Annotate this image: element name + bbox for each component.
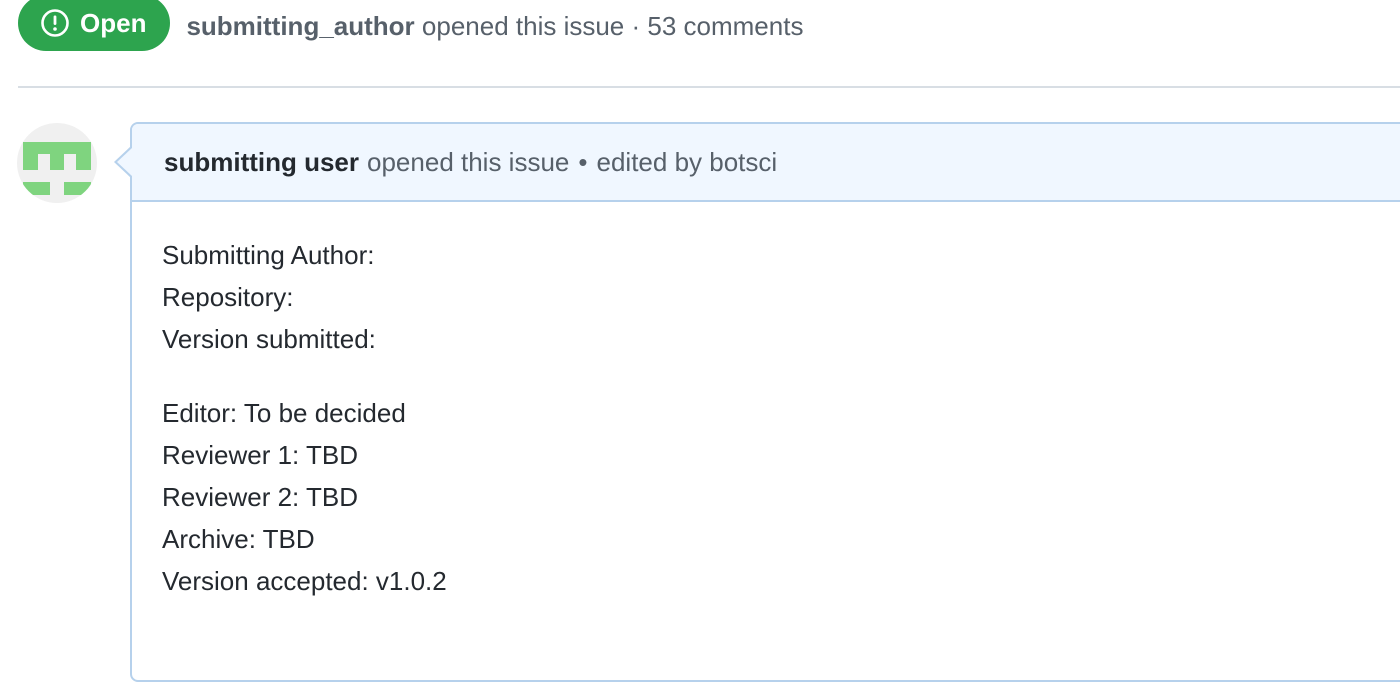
- comment-pointer-fill: [117, 148, 132, 176]
- review-info-block: Editor: To be decided Reviewer 1: TBD Re…: [162, 392, 1400, 602]
- comment-body: Submitting Author: Repository: Version s…: [132, 202, 1400, 602]
- archive-line: Archive: TBD: [162, 524, 315, 554]
- repository-line: Repository:: [162, 282, 294, 312]
- comment-author-link[interactable]: submitting user: [164, 147, 359, 178]
- issue-meta: submitting_author opened this issue · 53…: [186, 11, 803, 42]
- reviewer-2-line: Reviewer 2: TBD: [162, 482, 359, 512]
- issue-state-badge: Open: [18, 0, 171, 51]
- comment-separator: •: [578, 146, 588, 177]
- issue-meta-text: opened this issue · 53 comments: [421, 10, 804, 41]
- issue-opened-icon: [41, 9, 69, 37]
- submission-info-block: Submitting Author: Repository: Version s…: [162, 234, 1400, 360]
- issue-author-link[interactable]: submitting_author: [186, 11, 414, 41]
- issue-comment: submitting user opened this issue • edit…: [130, 122, 1400, 682]
- submitting-author-line: Submitting Author:: [162, 240, 375, 270]
- issue-state-label: Open: [80, 7, 147, 38]
- comment-edited-dropdown[interactable]: edited by botsci: [597, 147, 778, 178]
- comment-header: submitting user opened this issue • edit…: [132, 124, 1400, 202]
- version-accepted-line: Version accepted: v1.0.2: [162, 566, 447, 596]
- editor-line: Editor: To be decided: [162, 398, 406, 428]
- reviewer-1-line: Reviewer 1: TBD: [162, 440, 359, 470]
- issue-header: Open submitting_author opened this issue…: [18, 0, 803, 52]
- identicon-avatar-icon: [23, 142, 91, 195]
- comment-action: opened this issue: [367, 146, 570, 177]
- header-divider: [18, 86, 1400, 88]
- version-submitted-line: Version submitted:: [162, 324, 376, 354]
- avatar[interactable]: [17, 123, 97, 203]
